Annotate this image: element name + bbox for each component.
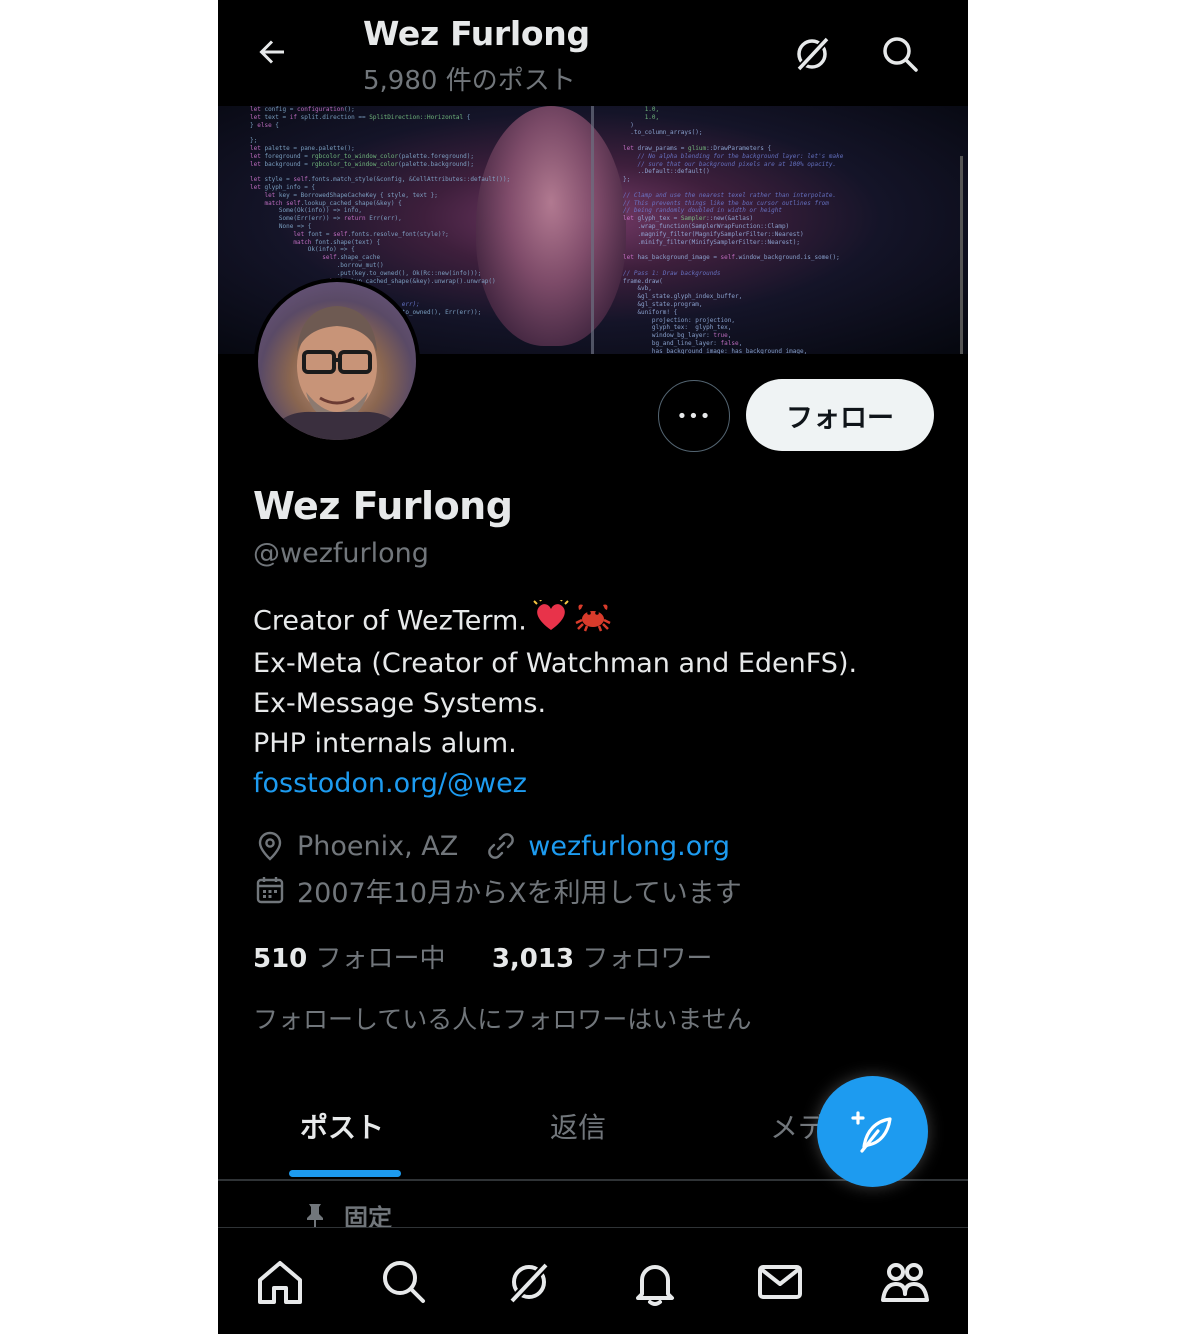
arrow-left-icon — [259, 40, 284, 64]
notifications-bell-icon[interactable] — [629, 1256, 681, 1308]
compose-post-button[interactable] — [817, 1076, 928, 1187]
crab-emoji-icon — [575, 600, 611, 644]
display-name: Wez Furlong — [253, 484, 513, 528]
link-icon — [484, 829, 518, 863]
bio-line-3: Ex-Message Systems. — [253, 688, 547, 719]
bio-line-1: Creator of WezTerm. — [253, 598, 943, 644]
grok-icon[interactable] — [788, 30, 836, 78]
grok-icon[interactable] — [503, 1256, 555, 1308]
following-link[interactable]: 510 フォロー中 — [253, 944, 446, 974]
back-button[interactable] — [248, 28, 296, 76]
more-options-button[interactable]: ••• — [658, 380, 730, 452]
avatar[interactable] — [254, 278, 420, 444]
followers-link[interactable]: 3,013 フォロワー — [492, 944, 713, 974]
more-dots-icon: ••• — [676, 405, 712, 427]
website-link[interactable]: wezfurlong.org — [528, 831, 730, 862]
bottom-navigation — [218, 1227, 968, 1334]
search-icon[interactable] — [876, 30, 924, 78]
communities-icon[interactable] — [879, 1256, 931, 1308]
followers-you-know-note: フォローしている人にフォロワーはいません — [253, 1005, 752, 1034]
home-icon[interactable] — [254, 1256, 306, 1308]
beating-heart-emoji-icon — [533, 598, 569, 644]
pin-icon — [307, 1203, 323, 1230]
bio-line-2: Ex-Meta (Creator of Watchman and EdenFS)… — [253, 648, 858, 679]
followers-count: 3,013 — [491, 944, 575, 974]
header-title: Wez Furlong — [363, 14, 590, 53]
location-pin-icon — [253, 829, 287, 863]
tab-posts[interactable]: ポスト — [300, 1106, 384, 1146]
messages-envelope-icon[interactable] — [754, 1256, 806, 1308]
followers-label: フォロワー — [582, 944, 713, 974]
handle: @wezfurlong — [253, 538, 429, 569]
header-post-count: 5,980 件のポスト — [363, 66, 576, 96]
avatar-portrait — [268, 306, 406, 440]
banner-code-left: let config = configuration(); let text =… — [250, 106, 511, 316]
tab-replies[interactable]: 返信 — [550, 1106, 606, 1146]
banner-code-right: 1.0, 1.0, ) .to_column_arrays(); let dra… — [623, 106, 844, 354]
follow-button[interactable]: フォロー — [746, 379, 934, 451]
top-bar: Wez Furlong 5,980 件のポスト — [218, 0, 968, 106]
bio: Creator of WezTerm. Ex-Meta (Creator of … — [253, 598, 943, 804]
location-text: Phoenix, AZ — [297, 830, 459, 862]
following-count: 510 — [253, 944, 308, 974]
compose-feather-icon — [850, 1110, 892, 1153]
profile-meta-location-website: Phoenix, AZ wezfurlong.org — [253, 826, 730, 866]
active-tab-indicator — [289, 1170, 401, 1177]
bio-line-4: PHP internals alum. — [253, 728, 517, 759]
follow-stats: 510 フォロー中 3,013 フォロワー — [253, 938, 712, 975]
search-icon[interactable] — [378, 1256, 430, 1308]
following-label: フォロー中 — [315, 944, 446, 974]
bio-link[interactable]: fosstodon.org/@wez — [253, 764, 943, 804]
banner-scrollbar — [960, 156, 963, 354]
profile-meta-joined: 2007年10月からXを利用しています — [253, 870, 742, 910]
joined-text: 2007年10月からXを利用しています — [297, 877, 742, 909]
banner-split-divider — [591, 106, 594, 354]
calendar-icon — [253, 873, 287, 907]
profile-screen: Wez Furlong 5,980 件のポスト let config = con… — [218, 0, 968, 1334]
